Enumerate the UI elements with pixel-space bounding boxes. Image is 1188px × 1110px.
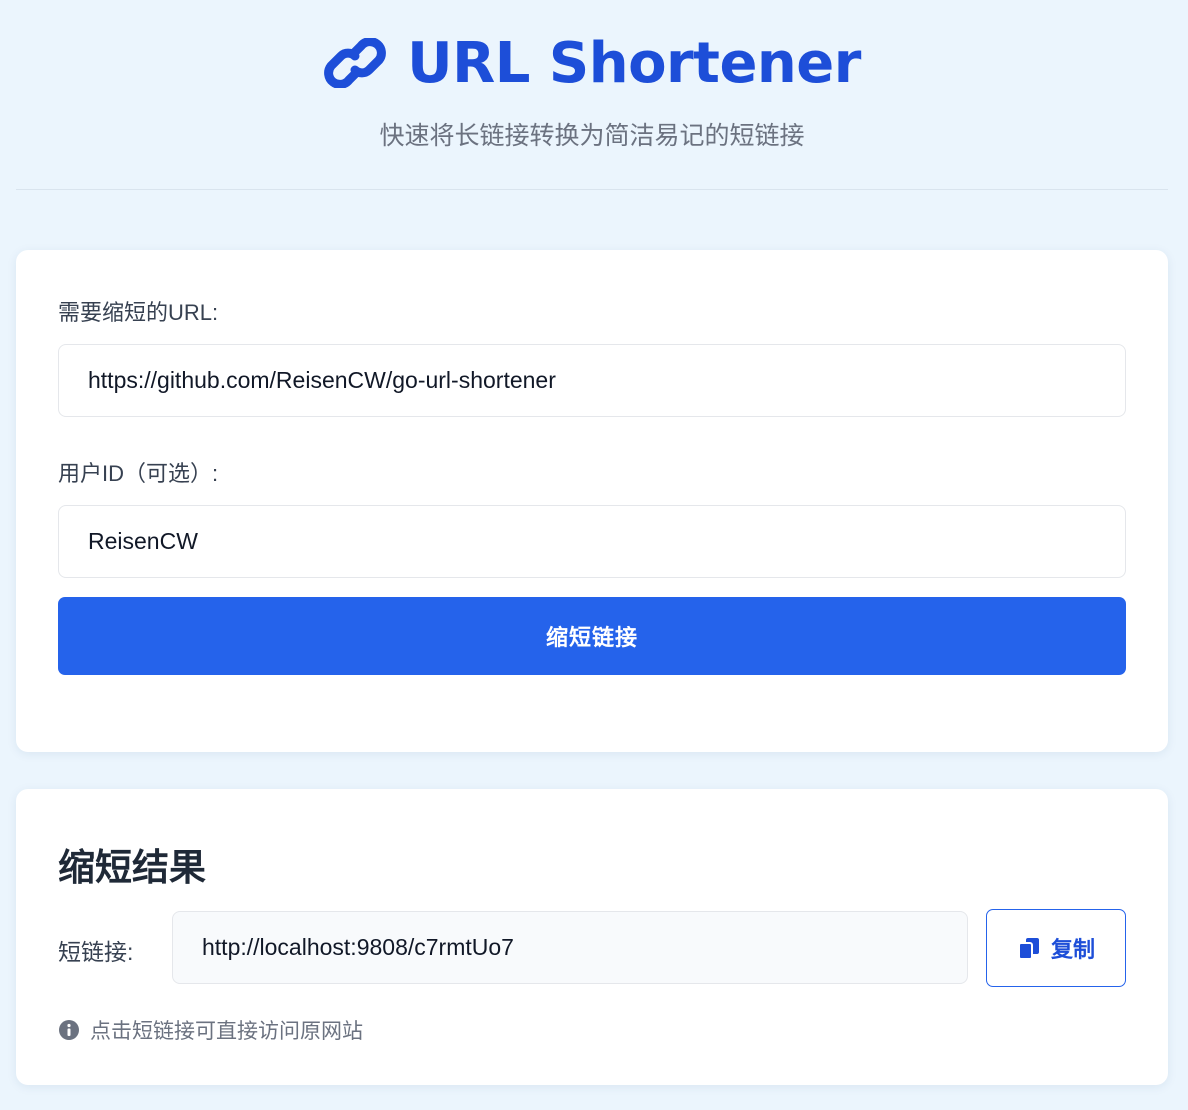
result-title: 缩短结果	[58, 847, 206, 888]
url-label: 需要缩短的URL:	[58, 300, 219, 325]
copy-button-label: 复制	[1050, 937, 1095, 962]
url-input[interactable]: https://github.com/ReisenCW/go-url-short…	[58, 344, 1126, 417]
copy-button[interactable]: 复制	[986, 909, 1126, 987]
short-url-label: 短链接:	[58, 939, 134, 965]
result-card: 缩短结果 短链接: http://localhost:9808/c7rmtUo7…	[16, 789, 1168, 1085]
short-url-link[interactable]: http://localhost:9808/c7rmtUo7	[172, 911, 968, 984]
info-icon	[58, 1019, 80, 1041]
page-header: URL Shortener 快速将长链接转换为简洁易记的短链接	[16, 0, 1168, 190]
page-title: URL Shortener	[407, 30, 861, 96]
link-icon	[323, 38, 387, 88]
title-row: URL Shortener	[16, 28, 1168, 98]
copy-icon	[1017, 936, 1041, 960]
page-subtitle: 快速将长链接转换为简洁易记的短链接	[379, 122, 805, 150]
hint: 点击短链接可直接访问原网站	[58, 1015, 363, 1045]
user-id-input[interactable]: ReisenCW	[58, 505, 1126, 578]
shorten-button[interactable]: 缩短链接	[58, 597, 1126, 675]
hint-text: 点击短链接可直接访问原网站	[90, 1020, 363, 1043]
shorten-form-card: 需要缩短的URL: https://github.com/ReisenCW/go…	[16, 250, 1168, 752]
user-id-label: 用户ID（可选）:	[58, 461, 219, 486]
